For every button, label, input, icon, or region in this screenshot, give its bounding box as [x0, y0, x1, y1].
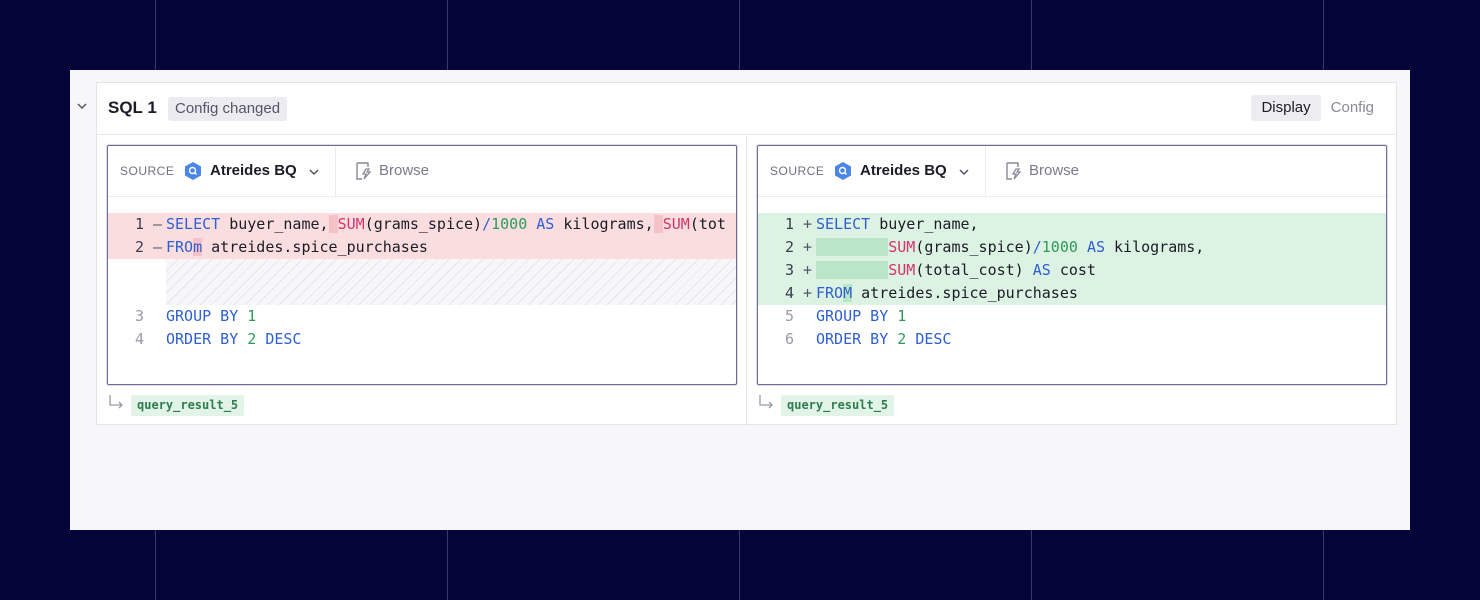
sql-editor-before[interactable]: SOURCE Atreides BQ Browse 1 — SELECT buy… — [107, 145, 737, 385]
code-line-deleted: 1— SELECT buyer_name, SUM(grams_spice)/10… — [108, 213, 736, 236]
source-select[interactable]: Atreides BQ — [210, 162, 297, 179]
notebook-canvas: SQL 1 Config changed Display Config SOUR… — [70, 70, 1410, 530]
code-area[interactable]: 1 + SELECT buyer_name, 2 + SUM(grams_spice)… — [758, 213, 1386, 351]
source-select[interactable]: Atreides BQ — [860, 162, 947, 179]
chevron-down-icon[interactable] — [76, 100, 88, 112]
code-line-deleted: 2— FROm atreides.spice_purchases — [108, 236, 736, 259]
browse-button[interactable]: Browse — [1029, 162, 1079, 179]
status-badge: Config changed — [168, 97, 288, 121]
diff-placeholder-area — [108, 259, 736, 305]
bigquery-icon — [185, 162, 201, 180]
code-line: 4 ORDER BY 2 DESC — [134, 330, 302, 348]
diff-pane-after: SOURCE Atreides BQ Browse 1 + SELECT buy… — [747, 136, 1397, 426]
sql-cell: SQL 1 Config changed Display Config SOUR… — [96, 82, 1397, 426]
code-area[interactable]: 1— SELECT buyer_name, SUM(grams_spice)/10… — [108, 213, 736, 351]
return-arrow-icon — [759, 395, 773, 409]
toolbar-divider — [335, 146, 336, 196]
cell-title[interactable]: SQL 1 — [108, 98, 157, 118]
chevron-down-icon[interactable] — [308, 166, 320, 178]
source-label: SOURCE — [770, 164, 825, 178]
display-toggle-button[interactable]: Display — [1251, 95, 1321, 121]
editor-toolbar: SOURCE Atreides BQ Browse — [758, 146, 1386, 197]
code-line-added: 3 + SUM(total_cost) AS cost — [758, 259, 1386, 282]
source-label: SOURCE — [120, 164, 175, 178]
result-variable-badge[interactable]: query_result_5 — [131, 395, 245, 416]
browse-button[interactable]: Browse — [379, 162, 429, 179]
return-arrow-icon — [109, 395, 123, 409]
code-line-added: 2 + SUM(grams_spice)/1000 AS kilograms, — [758, 236, 1386, 259]
sql-editor-after[interactable]: SOURCE Atreides BQ Browse 1 + SELECT buy… — [757, 145, 1387, 385]
browse-schema-icon[interactable] — [1003, 160, 1025, 182]
code-line-added: 4 + FROM atreides.spice_purchases — [758, 282, 1386, 305]
code-line: 6 ORDER BY 2 DESC — [784, 330, 952, 348]
bigquery-icon — [835, 162, 851, 180]
config-toggle-button[interactable]: Config — [1321, 95, 1384, 121]
code-line: 3 GROUP BY 1 — [134, 307, 257, 325]
chevron-down-icon[interactable] — [958, 166, 970, 178]
browse-schema-icon[interactable] — [353, 160, 375, 182]
cell-header: SQL 1 Config changed Display Config — [97, 83, 1396, 135]
toolbar-divider — [985, 146, 986, 196]
result-variable-badge[interactable]: query_result_5 — [781, 395, 895, 416]
code-line-added: 1 + SELECT buyer_name, — [758, 213, 1386, 236]
code-line: 5 GROUP BY 1 — [784, 307, 907, 325]
editor-toolbar: SOURCE Atreides BQ Browse — [108, 146, 736, 197]
view-toggle: Display Config — [1251, 95, 1384, 121]
diff-pane-before: SOURCE Atreides BQ Browse 1 — SELECT buy… — [97, 136, 747, 426]
